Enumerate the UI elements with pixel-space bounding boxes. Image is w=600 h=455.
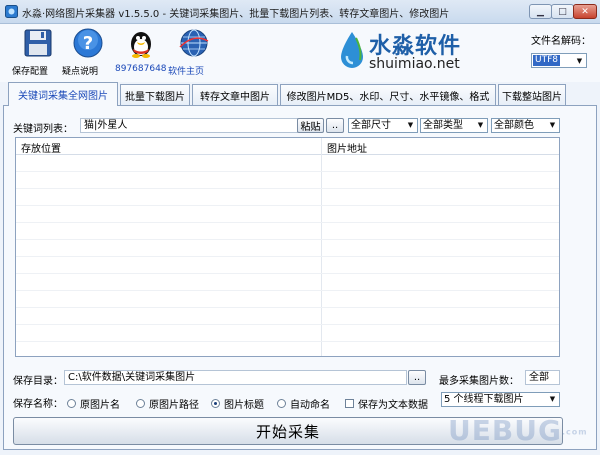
- qq-penguin-icon: [131, 32, 151, 58]
- radio-auto-name[interactable]: 自动命名: [277, 396, 330, 411]
- save-as-text-label: 保存为文本数据: [358, 400, 428, 411]
- radio-image-title[interactable]: 图片标题: [211, 396, 264, 411]
- table-row: [16, 239, 559, 240]
- qq-number-label: 897687648: [115, 64, 167, 74]
- app-icon: [5, 5, 18, 18]
- max-count-input[interactable]: 全部: [525, 370, 560, 385]
- type-select-value: 全部类型: [423, 120, 463, 131]
- save-as-text-checkbox[interactable]: 保存为文本数据: [345, 396, 428, 411]
- table-row: [16, 222, 559, 223]
- save-dir-label: 保存目录：: [13, 376, 63, 387]
- results-table[interactable]: 存放位置 图片地址: [15, 137, 560, 357]
- watermark: UEBUG.com: [448, 414, 588, 447]
- radio-original-path[interactable]: 原图片路径: [136, 396, 199, 411]
- water-drop-icon: [341, 32, 363, 68]
- size-select[interactable]: 全部尺寸 ▼: [348, 118, 418, 133]
- save-dir-input[interactable]: C:\软件数据\关键词采集图片: [64, 370, 407, 385]
- qq-button[interactable]: 897687648: [115, 27, 167, 74]
- encoding-select[interactable]: UTF8 ▼: [531, 53, 587, 68]
- floppy-disk-icon: [24, 29, 52, 57]
- table-header: 存放位置 图片地址: [16, 138, 559, 155]
- toolbar: 保存配置 ? 疑点说明 897687648 软件主页 文件名解码： UTF8 ▼: [0, 24, 600, 82]
- help-button[interactable]: ? 疑点说明: [62, 27, 114, 77]
- tab-bar: 关键词采集全网图片 批量下载图片 转存文章中图片 修改图片MD5、水印、尺寸、水…: [0, 82, 600, 106]
- keyword-collect-panel: 关键词列表： 猫|外星人 粘贴 .. 全部尺寸 ▼ 全部类型 ▼ 全部颜色 ▼ …: [3, 105, 597, 450]
- globe-icon: [179, 29, 209, 57]
- save-name-label: 保存名称：: [13, 399, 63, 410]
- minimize-button[interactable]: ▁: [529, 4, 552, 19]
- brand-domain: shuimiao.net: [369, 56, 460, 72]
- help-icon: ?: [73, 28, 103, 58]
- paste-button[interactable]: 粘贴: [297, 118, 324, 133]
- radio-original-path-label: 原图片路径: [149, 400, 199, 411]
- type-select[interactable]: 全部类型 ▼: [420, 118, 488, 133]
- help-label: 疑点说明: [62, 67, 99, 77]
- encoding-label: 文件名解码：: [531, 36, 591, 47]
- tab-modify-images[interactable]: 修改图片MD5、水印、尺寸、水平镜像、格式: [280, 84, 496, 105]
- table-row: [16, 307, 559, 308]
- threads-select[interactable]: 5 个线程下载图片 ▼: [441, 392, 560, 407]
- radio-original-name[interactable]: 原图片名: [67, 396, 120, 411]
- checkbox-indicator: [345, 399, 354, 408]
- table-row: [16, 324, 559, 325]
- chevron-down-icon: ▼: [407, 121, 414, 129]
- radio-auto-name-label: 自动命名: [290, 400, 330, 411]
- svg-text:?: ?: [83, 33, 93, 54]
- tab-batch-download[interactable]: 批量下载图片: [120, 84, 190, 105]
- save-config-label: 保存配置: [12, 67, 49, 77]
- radio-indicator: [136, 399, 145, 408]
- window-title: 水淼·网络图片采集器 v1.5.5.0 - 关键词采集图片、批量下载图片列表、转…: [22, 9, 450, 20]
- radio-image-title-label: 图片标题: [224, 400, 264, 411]
- save-config-button[interactable]: 保存配置: [12, 27, 64, 77]
- radio-indicator: [67, 399, 76, 408]
- brand-logo: 水淼软件 shuimiao.net: [338, 28, 478, 74]
- color-select-value: 全部颜色: [494, 120, 534, 131]
- radio-original-name-label: 原图片名: [80, 400, 120, 411]
- radio-indicator: [277, 399, 286, 408]
- table-row: [16, 341, 559, 342]
- keyword-list-label: 关键词列表：: [13, 124, 73, 135]
- table-row: [16, 205, 559, 206]
- chevron-down-icon: ▼: [576, 56, 583, 65]
- watermark-text: UEBUG: [448, 414, 562, 447]
- table-row: [16, 171, 559, 172]
- threads-select-value: 5 个线程下载图片: [444, 394, 524, 405]
- size-select-value: 全部尺寸: [351, 120, 391, 131]
- tab-site-download[interactable]: 下载整站图片: [498, 84, 566, 105]
- radio-indicator: [211, 399, 220, 408]
- table-row: [16, 188, 559, 189]
- maximize-button[interactable]: □: [551, 4, 574, 19]
- encoding-value: UTF8: [533, 55, 560, 66]
- browse-button[interactable]: ..: [408, 370, 426, 385]
- homepage-button[interactable]: 软件主页: [168, 27, 220, 77]
- column-header-location[interactable]: 存放位置: [21, 140, 61, 155]
- title-bar: 水淼·网络图片采集器 v1.5.5.0 - 关键词采集图片、批量下载图片列表、转…: [0, 0, 600, 24]
- color-select[interactable]: 全部颜色 ▼: [491, 118, 560, 133]
- table-row: [16, 273, 559, 274]
- chevron-down-icon: ▼: [549, 395, 556, 403]
- column-header-url[interactable]: 图片地址: [327, 140, 367, 155]
- table-row: [16, 256, 559, 257]
- chevron-down-icon: ▼: [549, 121, 556, 129]
- close-button[interactable]: ✕: [573, 4, 597, 19]
- keyword-input[interactable]: 猫|外星人: [80, 118, 298, 133]
- homepage-label: 软件主页: [168, 67, 205, 77]
- max-count-label: 最多采集图片数：: [439, 376, 519, 387]
- tab-keyword-collect[interactable]: 关键词采集全网图片: [8, 82, 118, 106]
- keyword-more-button[interactable]: ..: [326, 118, 344, 133]
- watermark-suffix: .com: [561, 427, 588, 437]
- tab-article-images[interactable]: 转存文章中图片: [192, 84, 278, 105]
- chevron-down-icon: ▼: [477, 121, 484, 129]
- table-row: [16, 290, 559, 291]
